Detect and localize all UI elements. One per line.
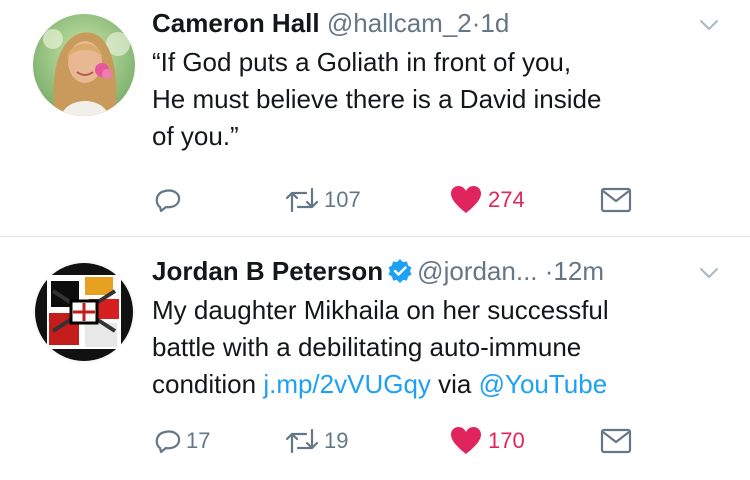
reply-count: 17 (186, 428, 211, 453)
retweet-icon (285, 428, 319, 454)
like-count: 170 (488, 428, 525, 453)
retweet-button[interactable]: 19 (284, 423, 348, 459)
author-name[interactable]: Jordan B Peterson (152, 256, 383, 286)
chevron-down-icon[interactable] (698, 14, 720, 36)
reply-button[interactable] (152, 182, 186, 218)
tweet-actions: 17 19 170 (152, 423, 652, 459)
reply-icon (155, 430, 181, 454)
tweet-text-segment: condition (152, 369, 264, 399)
tweet-text-line: “If God puts a Goliath in front of you, (152, 47, 572, 77)
author-name[interactable]: Cameron Hall (152, 8, 320, 38)
tweet-header: Cameron Hall @hallcam_2·1d (152, 6, 509, 40)
tweet-text-line: My daughter Mikhaila on her successful (152, 295, 609, 325)
avatar-photo (33, 14, 135, 116)
reply-icon (155, 189, 181, 213)
reply-button[interactable]: 17 (152, 423, 210, 459)
retweet-count: 107 (324, 187, 361, 212)
direct-message-button[interactable] (600, 423, 632, 459)
tweet-text-line: battle with a debilitating auto-immune (152, 332, 582, 362)
retweet-count: 19 (324, 428, 349, 453)
tweet-text: My daughter Mikhaila on her successful b… (152, 292, 722, 403)
tweet-timestamp[interactable]: 1d (480, 8, 509, 38)
like-count: 274 (488, 187, 525, 212)
tweet-link[interactable]: j.mp/2vVUGqy (263, 369, 431, 399)
author-handle[interactable]: @jordan... (417, 256, 537, 286)
like-button[interactable]: 274 (450, 182, 525, 218)
dm-icon (600, 428, 632, 454)
retweet-button[interactable]: 107 (284, 182, 361, 218)
chevron-down-icon[interactable] (698, 262, 720, 284)
like-button[interactable]: 170 (450, 423, 525, 459)
mention-link[interactable]: @YouTube (479, 369, 608, 399)
tweet-text: “If God puts a Goliath in front of you, … (152, 44, 722, 155)
heart-icon (451, 186, 481, 213)
heart-icon (451, 427, 481, 454)
tweet-text-line: He must believe there is a David inside (152, 84, 602, 114)
avatar[interactable] (33, 261, 135, 363)
avatar[interactable] (33, 14, 135, 116)
tweet[interactable]: Cameron Hall @hallcam_2·1d “If God puts … (0, 0, 750, 237)
author-handle[interactable]: @hallcam_2 (327, 8, 472, 38)
tweet-timestamp[interactable]: 12m (553, 256, 604, 286)
dm-icon (600, 187, 632, 213)
direct-message-button[interactable] (600, 182, 632, 218)
tweet-actions: 107 274 (152, 182, 652, 218)
tweet-text-line: condition j.mp/2vVUGqy via @YouTube (152, 366, 722, 403)
tweet-text-line: of you.” (152, 121, 239, 151)
verified-badge-icon (388, 259, 412, 283)
avatar-logo (33, 261, 135, 363)
tweet-text-segment: via (430, 369, 479, 399)
tweet-header: Jordan B Peterson @jordan... ·12m (152, 254, 604, 288)
retweet-icon (285, 187, 319, 213)
tweet[interactable]: Jordan B Peterson @jordan... ·12m My dau… (0, 237, 750, 480)
